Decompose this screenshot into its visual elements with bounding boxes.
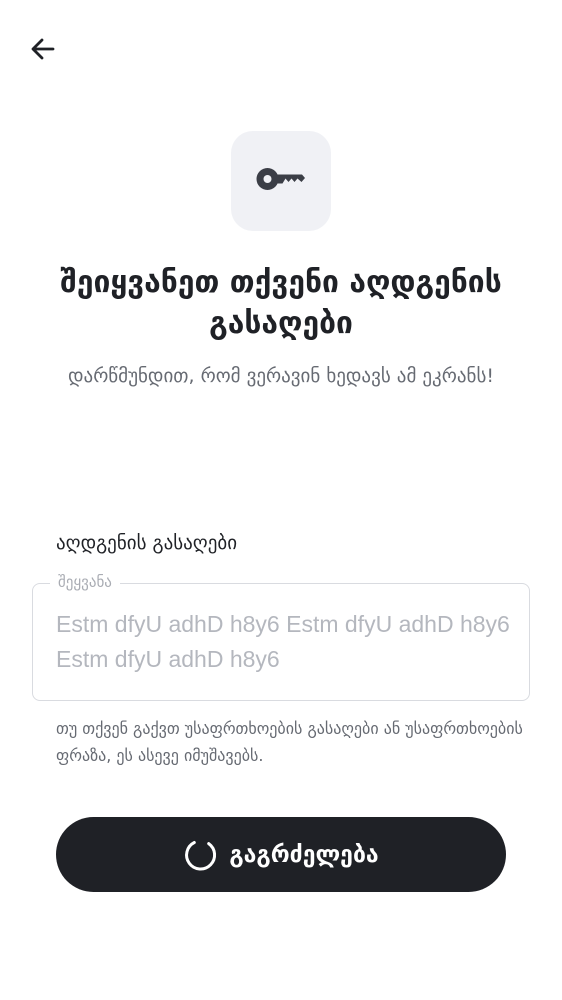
continue-button[interactable]: გაგრძელება <box>56 817 506 892</box>
key-icon <box>256 164 306 198</box>
input-legend: შეყვანა <box>50 572 120 592</box>
back-button[interactable] <box>24 32 62 70</box>
page-subtitle: დარწმუნდით, რომ ვერავინ ხედავს ამ ეკრანს… <box>68 365 494 387</box>
recovery-key-label: აღდგენის გასაღები <box>56 532 238 554</box>
input-placeholder[interactable]: Estm dfyU adhD h8y6 Estm dfyU adhD h8y6 … <box>56 607 516 677</box>
key-icon-tile <box>231 131 331 231</box>
spinner-icon <box>183 838 217 872</box>
helper-text: თუ თქვენ გაქვთ უსაფრთხოების გასაღები ან … <box>56 719 523 765</box>
arrow-left-icon <box>29 35 57 67</box>
continue-button-label: გაგრძელება <box>229 841 379 868</box>
recovery-key-screen: შეიყვანეთ თქვენი აღდგენის გასაღები დარწმ… <box>0 0 562 1000</box>
page-title: შეიყვანეთ თქვენი აღდგენის გასაღები <box>60 265 502 341</box>
